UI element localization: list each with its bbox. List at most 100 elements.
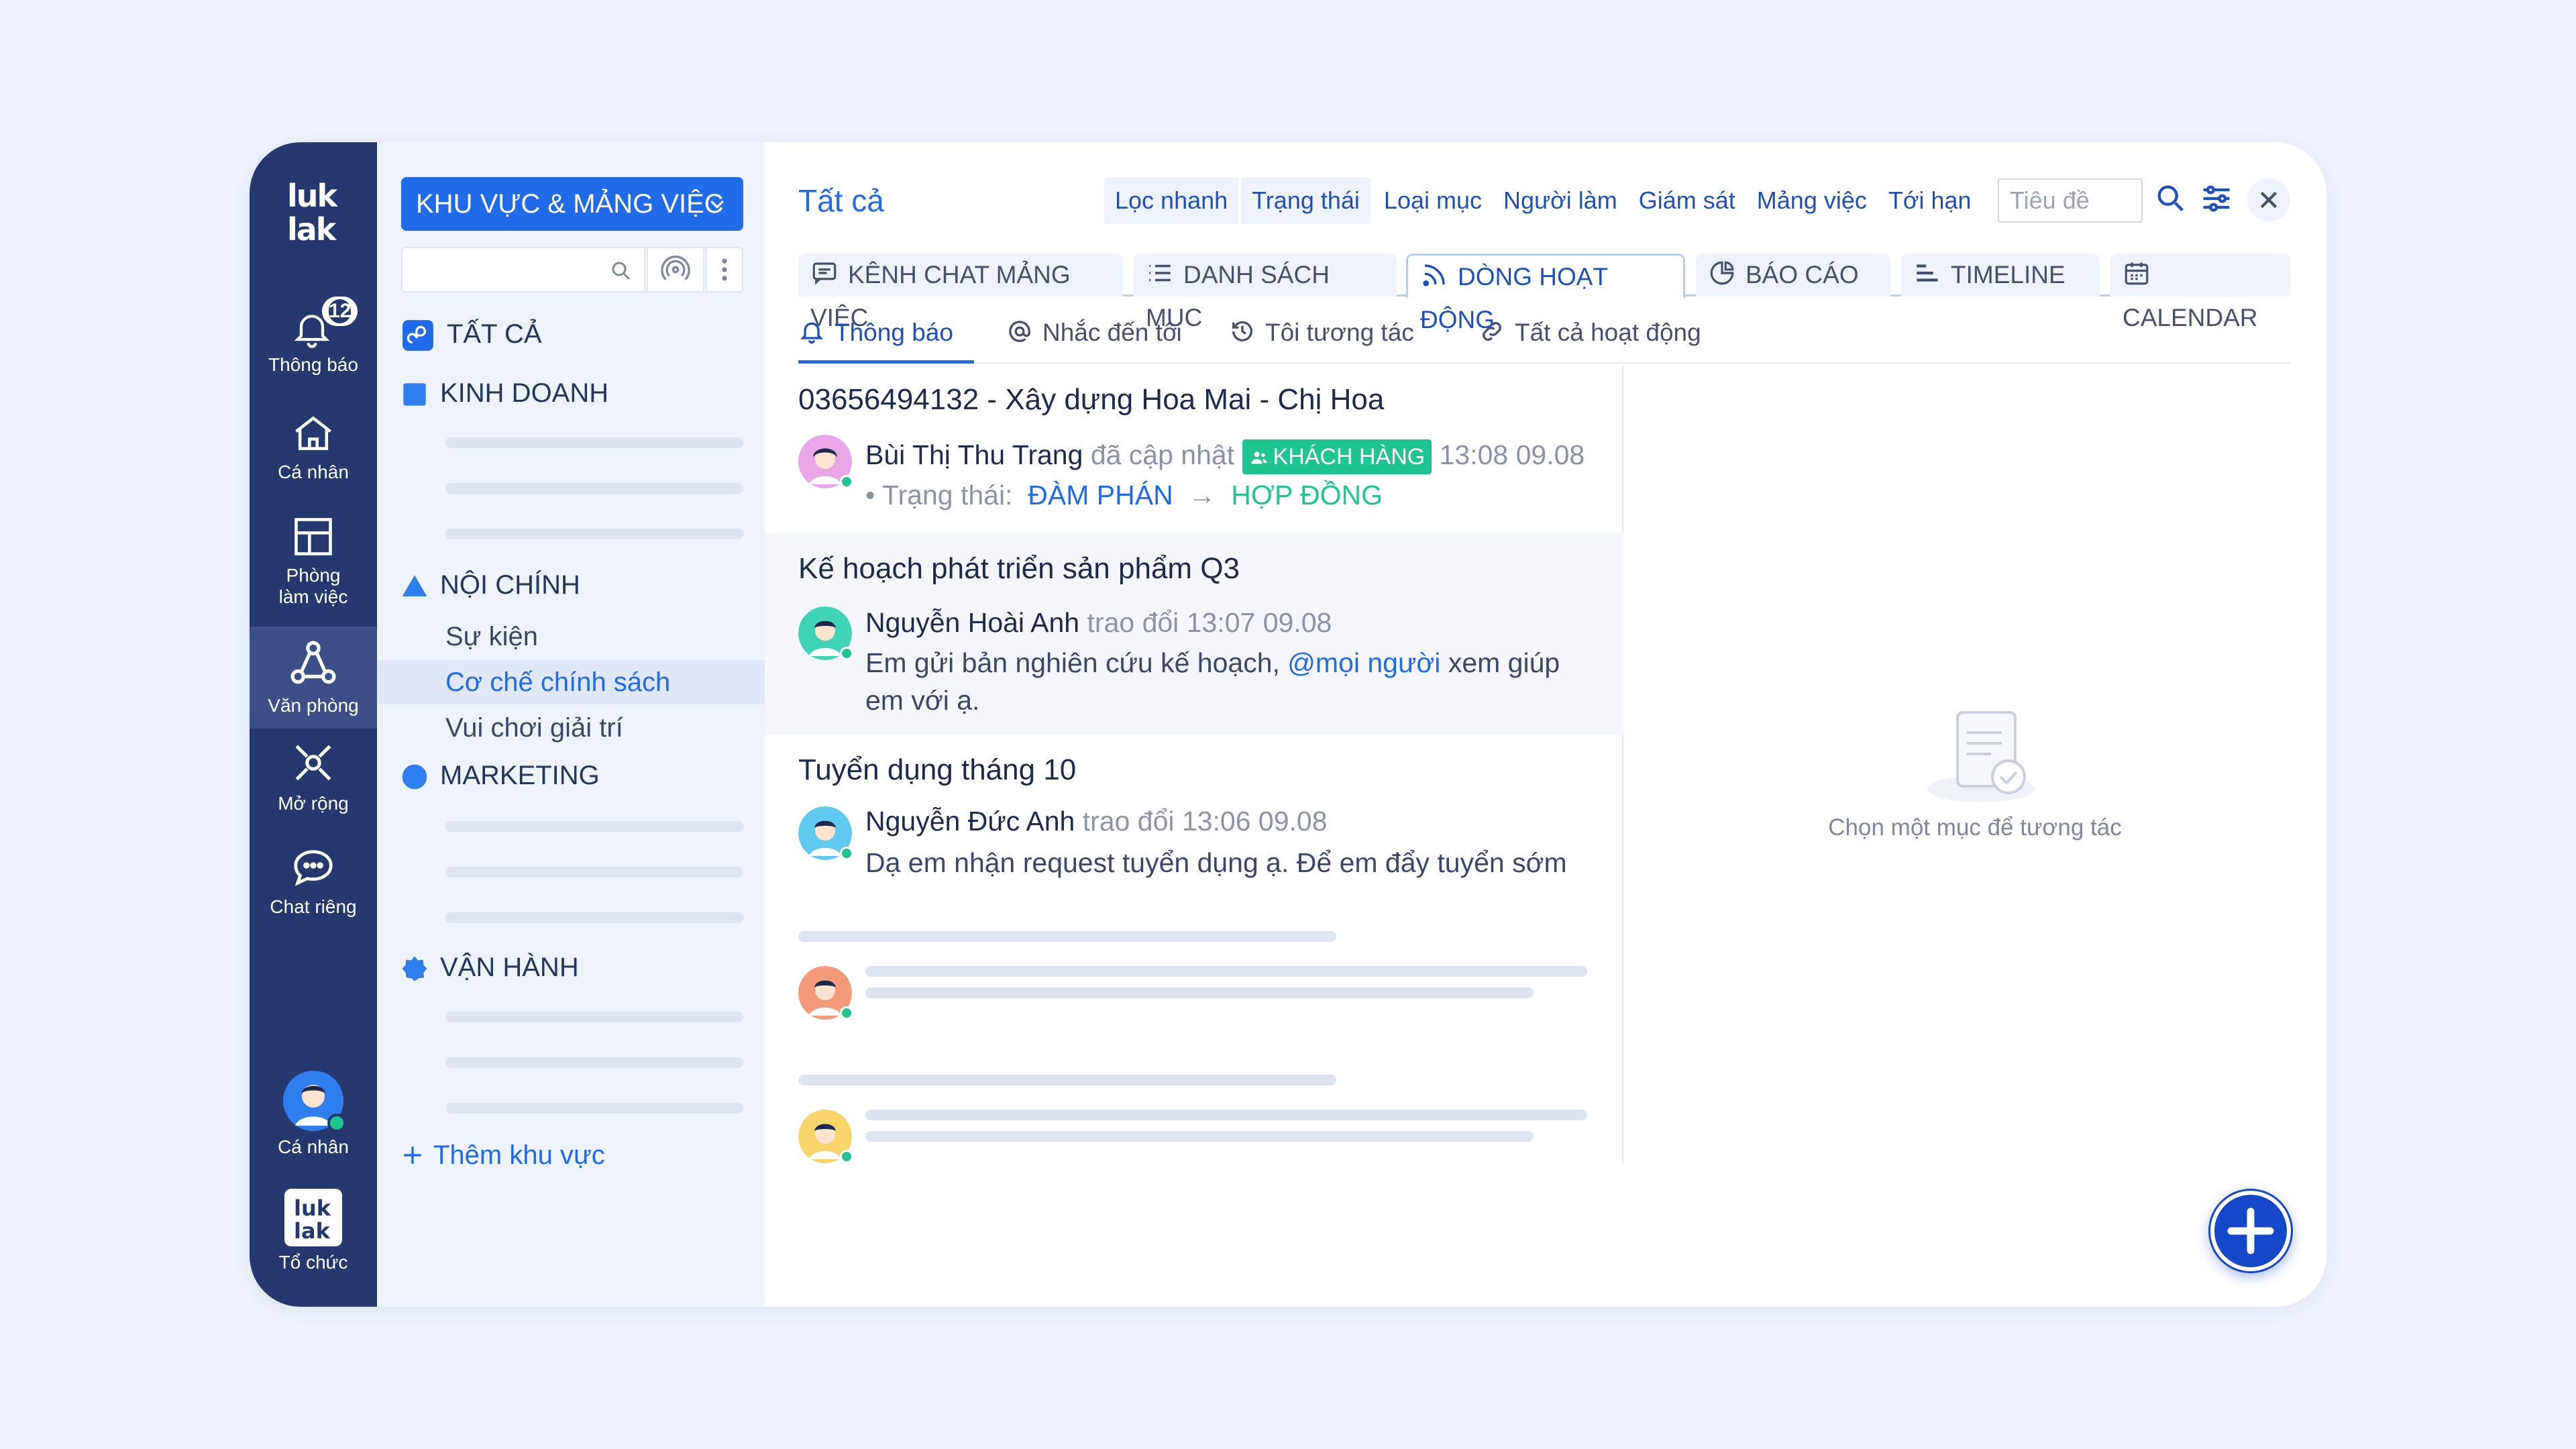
nav-personal[interactable]: Cá nhân <box>250 411 377 483</box>
tab-chat-channel[interactable]: KÊNH CHAT MẢNG VIỆC <box>798 254 1123 331</box>
filter-type[interactable]: Loại mục <box>1373 177 1493 224</box>
subtab-notifications[interactable]: Thông báo <box>798 310 974 364</box>
subtab-label: Nhắc đến tôi <box>1042 319 1182 346</box>
tree-item-vui-choi-giai-tri[interactable]: Vui chơi giải trí <box>377 706 765 750</box>
add-area-button[interactable]: Thêm khu vực <box>401 1139 605 1171</box>
loading-placeholder <box>445 1057 743 1068</box>
online-dot <box>840 1006 853 1020</box>
timeline-icon <box>1917 264 1938 282</box>
author-name[interactable]: Nguyễn Hoài Anh <box>865 607 1079 638</box>
tree-group-kinh-doanh[interactable]: KINH DOANH <box>401 377 608 409</box>
filter-workstream[interactable]: Mảng việc <box>1746 177 1878 224</box>
list-icon <box>1149 264 1171 282</box>
nav-private-chat[interactable]: Chat riêng <box>250 844 377 918</box>
feed-item-meta: Bùi Thị Thu Trang đã cập nhật KHÁCH HÀNG… <box>865 436 1585 474</box>
filter-status[interactable]: Trạng thái <box>1241 177 1371 224</box>
close-icon <box>2260 191 2277 209</box>
tree-label: VẬN HÀNH <box>440 953 579 982</box>
more-options-button[interactable] <box>706 247 743 292</box>
broadcast-button[interactable] <box>647 247 704 292</box>
create-button[interactable] <box>2208 1189 2293 1273</box>
online-dot <box>840 1150 853 1163</box>
mention-link[interactable]: @mọi người <box>1287 647 1440 678</box>
loading-placeholder <box>445 529 743 539</box>
tab-label: BÁO CÁO <box>1746 261 1859 288</box>
loading-placeholder <box>445 867 743 877</box>
nav-label: Mở rộng <box>278 793 349 814</box>
plus-icon <box>2210 1191 2291 1271</box>
nav-profile[interactable]: Cá nhân <box>250 1071 377 1158</box>
chat-icon <box>812 262 837 285</box>
rss-icon <box>1423 264 1445 286</box>
subtab-all-activity[interactable]: Tất cả hoạt động <box>1479 310 1701 364</box>
author-name[interactable]: Nguyễn Đức Anh <box>865 806 1075 837</box>
author-name[interactable]: Bùi Thị Thu Trang <box>865 439 1083 470</box>
tree-group-marketing[interactable]: MARKETING <box>401 759 600 792</box>
tab-report[interactable]: BÁO CÁO <box>1696 254 1890 297</box>
calendar-icon <box>2125 262 2149 285</box>
title-search-input[interactable]: Tiêu đề <box>1998 178 2143 223</box>
online-dot <box>327 1114 346 1132</box>
nav-label: Phòng làm việc <box>278 565 348 607</box>
home-icon <box>295 416 331 450</box>
loading-placeholder <box>445 821 743 832</box>
customer-tag: KHÁCH HÀNG <box>1242 439 1432 474</box>
subtab-mentions[interactable]: Nhắc đến tôi <box>1006 310 1182 364</box>
lukalak-logo[interactable]: luk lak <box>276 174 350 248</box>
status-change: • Trạng thái: ĐÀM PHÁN → HỢP ĐỒNG <box>865 476 1383 514</box>
nav-label: Thông báo <box>268 354 358 375</box>
tab-activity-stream[interactable]: DÒNG HOẠT ĐỘNG <box>1406 254 1685 333</box>
broadcast-icon <box>661 256 690 280</box>
nav-office[interactable]: Văn phòng <box>250 627 377 729</box>
tree-item-co-che-chinh-sach[interactable]: Cơ chế chính sách <box>377 660 765 704</box>
feed-item-title: Tuyển dụng tháng 10 <box>798 753 1077 786</box>
tree-item-su-kien[interactable]: Sự kiện <box>377 614 765 659</box>
nav-rail: luk lak 12 Thông báo Cá nhân Phòng làm v… <box>250 142 377 1307</box>
filter-assignee[interactable]: Người làm <box>1493 177 1628 224</box>
page-title: Tất cả <box>798 183 884 218</box>
feed-item[interactable]: Tuyển dụng tháng 10 Nguyễn Đức Anh trao … <box>765 735 1623 910</box>
feed-item[interactable]: 03656494132 - Xây dựng Hoa Mai - Chị Hoa… <box>765 365 1623 533</box>
tab-timeline[interactable]: TIMELINE <box>1901 254 2100 297</box>
tab-item-list[interactable]: DANH SÁCH MỤC <box>1134 254 1397 331</box>
tab-calendar[interactable]: CALENDAR <box>2110 254 2290 331</box>
filter-deadline[interactable]: Tới hạn <box>1878 177 1982 224</box>
tree-all[interactable]: TẤT CẢ <box>401 318 542 352</box>
document-check-icon <box>1927 711 2035 802</box>
filter-settings-icon[interactable] <box>2199 181 2234 216</box>
timestamp: 13:08 09.08 <box>1439 439 1585 470</box>
search-icon[interactable] <box>2153 181 2188 216</box>
feed-item[interactable]: Kế hoạch phát triển sản phẩm Q3 Nguyễn H… <box>765 533 1623 735</box>
activity-subtabs: Thông báo Nhắc đến tôi Tôi tương tác Tất… <box>798 310 2290 364</box>
bell-icon <box>800 322 824 344</box>
circle-icon <box>402 765 427 790</box>
nav-workspace[interactable]: Phòng làm việc <box>250 514 377 608</box>
tree-label: NỘI CHÍNH <box>440 570 580 600</box>
nav-label: Cá nhân <box>278 462 349 482</box>
area-selector-label: KHU VỰC & MẢNG VIỆC <box>416 189 724 219</box>
close-button[interactable] <box>2247 178 2290 221</box>
area-sidebar: KHU VỰC & MẢNG VIỆC TẤT CẢ KINH DOANH NỘ… <box>377 142 765 1307</box>
message-text: Dạ em nhận request tuyển dụng ạ. Để em đ… <box>865 847 1567 878</box>
sidebar-search-input[interactable] <box>401 247 645 292</box>
nav-organization[interactable]: luk lak Tổ chức <box>250 1189 377 1273</box>
filter-supervisor[interactable]: Giám sát <box>1628 177 1746 224</box>
subtab-label: Tất cả hoạt động <box>1515 319 1701 346</box>
tree-group-noi-chinh[interactable]: NỘI CHÍNH <box>401 569 580 601</box>
add-area-label: Thêm khu vực <box>433 1140 605 1170</box>
empty-state-text: Chọn một mục để tương tác <box>1828 814 2122 841</box>
filter-quick[interactable]: Lọc nhanh <box>1104 177 1239 224</box>
nav-label: Văn phòng <box>268 695 359 716</box>
loading-placeholder <box>445 1012 743 1022</box>
tree-group-van-hanh[interactable]: VẬN HÀNH <box>401 951 579 983</box>
filter-bar: Lọc nhanh Trạng thái Loại mục Người làm … <box>1104 177 1982 224</box>
area-selector-button[interactable]: KHU VỰC & MẢNG VIỆC <box>401 177 743 231</box>
subtab-interacted[interactable]: Tôi tương tác <box>1229 310 1414 364</box>
pie-chart-icon <box>1710 261 1734 285</box>
loading-placeholder <box>798 931 1336 942</box>
svg-text:lak: lak <box>294 1218 331 1244</box>
plus-icon <box>404 1146 421 1164</box>
nav-notifications[interactable]: 12 Thông báo <box>250 297 377 376</box>
network-icon <box>290 641 336 684</box>
nav-extend[interactable]: Mở rộng <box>250 738 377 814</box>
